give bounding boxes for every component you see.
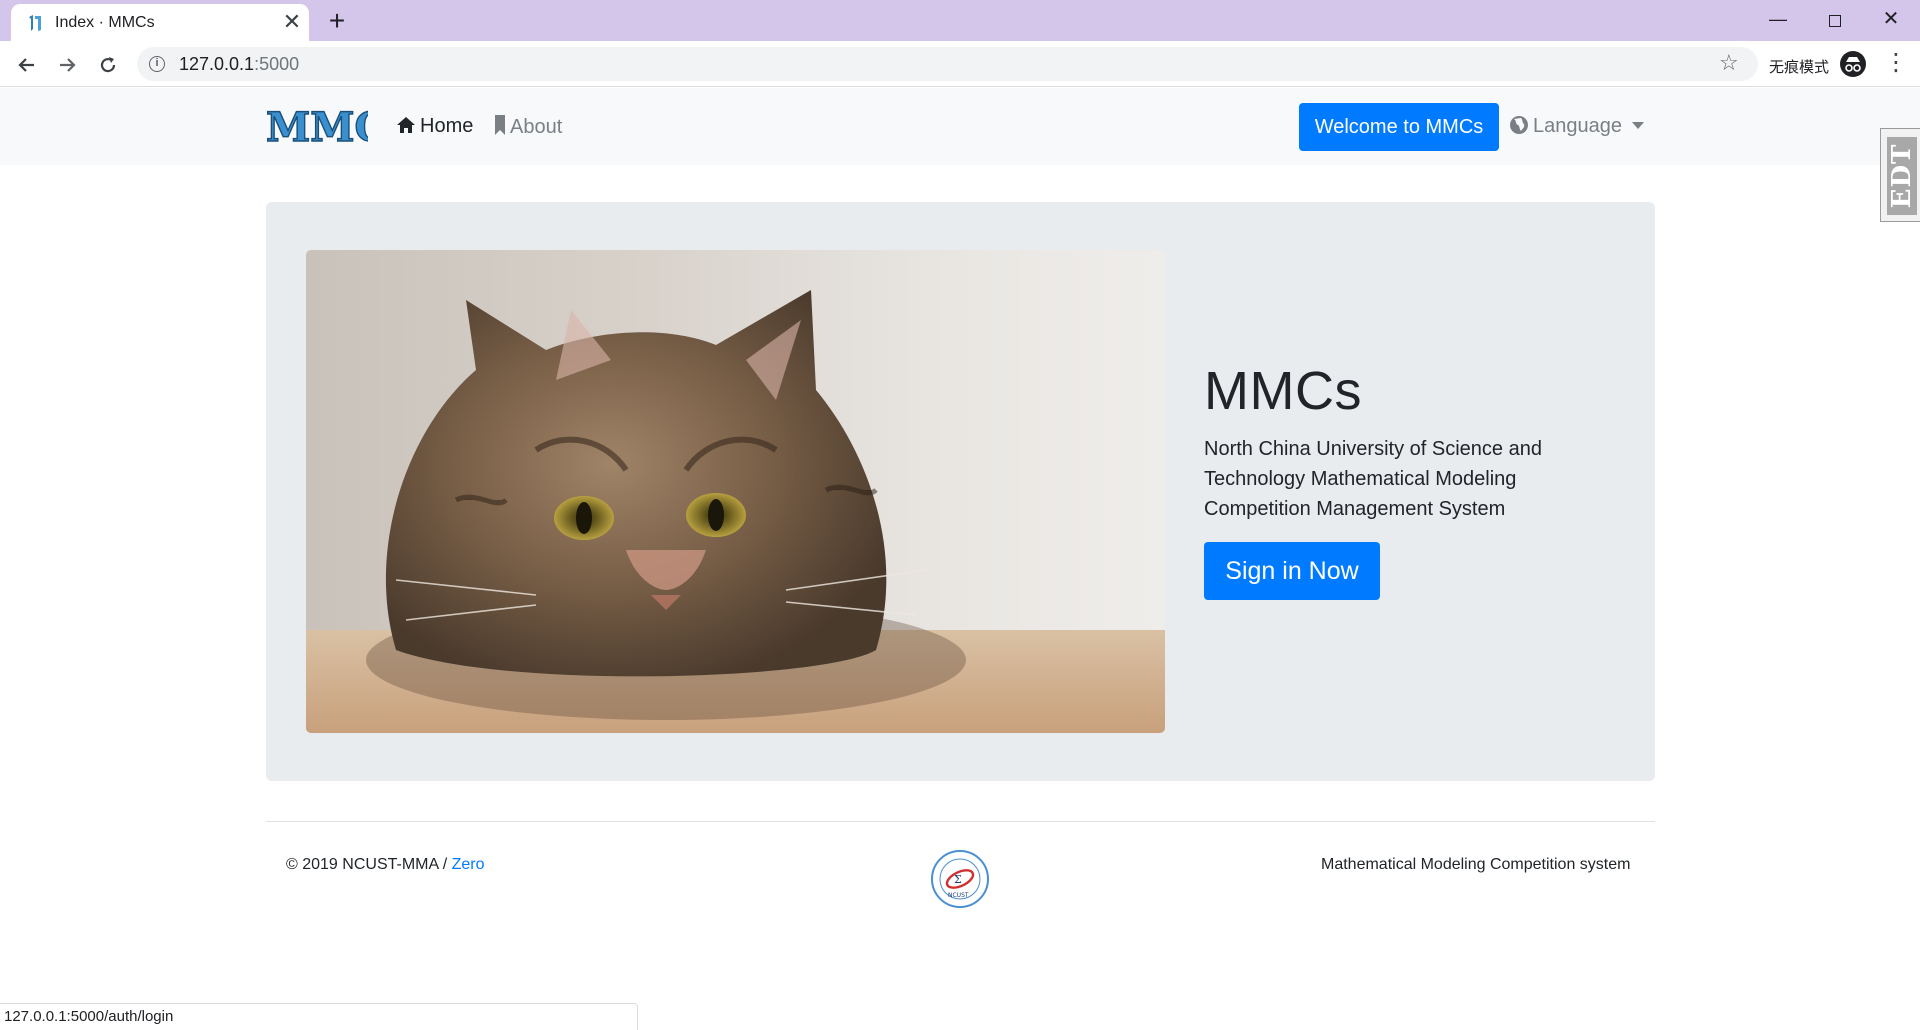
nav-about[interactable]: About [494, 115, 562, 139]
nav-home[interactable]: Home [396, 115, 473, 138]
address-bar[interactable]: i 127.0.0.1:5000 ☆ [137, 47, 1758, 81]
info-icon[interactable]: i [149, 56, 165, 72]
star-icon[interactable]: ☆ [1719, 50, 1739, 76]
site-navbar: MMCs Home About Welcome to MMCs Language [0, 88, 1920, 165]
welcome-button[interactable]: Welcome to MMCs [1299, 103, 1499, 151]
ncust-seal-logo: Σ NCUST [930, 849, 990, 909]
back-arrow-icon[interactable] [11, 49, 43, 81]
minimize-icon[interactable]: — [1758, 4, 1798, 34]
sign-in-button[interactable]: Sign in Now [1204, 542, 1380, 600]
incognito-label: 无痕模式 [1769, 59, 1830, 76]
author-link[interactable]: Zero [452, 856, 485, 873]
maximize-icon[interactable] [1815, 4, 1855, 34]
brand-logo[interactable]: MMCs [264, 103, 409, 151]
language-dropdown[interactable]: Language [1509, 115, 1644, 138]
kebab-menu-icon[interactable]: ⋮ [1884, 49, 1908, 79]
favicon-icon [29, 15, 41, 31]
svg-text:Σ: Σ [954, 873, 962, 886]
footer-divider [266, 821, 1655, 822]
hero-jumbotron: MMCs North China University of Science a… [266, 202, 1655, 781]
reload-icon[interactable] [92, 49, 124, 81]
browser-toolbar: i 127.0.0.1:5000 ☆ 无痕模式 ⋮ [0, 41, 1920, 87]
home-icon [397, 117, 415, 133]
incognito-icon[interactable] [1840, 51, 1866, 77]
footer-copyright: © 2019 NCUST-MMA / Zero [286, 856, 485, 873]
url-text[interactable]: 127.0.0.1:5000 [179, 54, 299, 75]
browser-tab[interactable]: Index · MMCs ✕ [11, 4, 309, 41]
bookmark-icon [495, 115, 505, 135]
brand-logo-text: MMCs [266, 105, 368, 149]
window-close-icon[interactable]: ✕ [1871, 4, 1911, 34]
browser-tab-strip: Index · MMCs ✕ + — ✕ [0, 0, 1920, 41]
close-icon[interactable]: ✕ [281, 10, 303, 34]
globe-icon [1510, 116, 1528, 134]
seal-text: NCUST [948, 892, 969, 899]
forward-arrow-icon[interactable] [51, 49, 83, 81]
hero-description: North China University of Science and Te… [1204, 438, 1542, 520]
tab-title: Index · MMCs [55, 14, 155, 31]
edt-side-widget[interactable]: EDT [1880, 128, 1920, 222]
hero-title: MMCs [1204, 361, 1362, 421]
chevron-down-icon [1631, 122, 1644, 129]
hero-cat-photo [306, 250, 1165, 733]
edt-label: EDT [1887, 143, 1917, 209]
browser-status-bar: 127.0.0.1:5000/auth/login [0, 1003, 638, 1030]
plus-icon[interactable]: + [322, 7, 352, 35]
footer-tagline: Mathematical Modeling Competition system [1321, 856, 1631, 873]
status-url: 127.0.0.1:5000/auth/login [4, 1008, 174, 1025]
